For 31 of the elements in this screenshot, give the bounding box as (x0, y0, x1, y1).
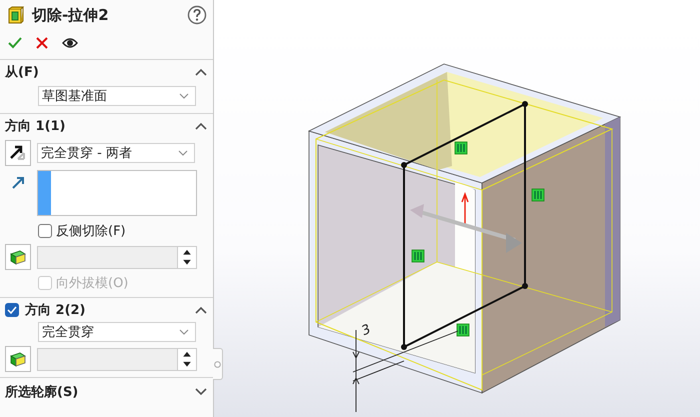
checkbox[interactable] (5, 303, 19, 317)
direction-selection-list[interactable] (37, 170, 197, 216)
end-condition-dropdown[interactable]: 完全贯穿 (38, 322, 196, 342)
diagonal-arrows-icon (9, 144, 27, 162)
end-condition-dropdown[interactable]: 完全贯穿 - 两者 (37, 143, 195, 163)
collapse-caret-icon[interactable] (195, 122, 207, 130)
section-title: 所选轮廓(S) (5, 384, 80, 401)
feature-title: 切除-拉伸2 (32, 6, 110, 24)
checkbox-label: 向外拔模(O) (56, 275, 128, 292)
chevron-down-icon[interactable] (179, 93, 189, 99)
draft-button[interactable] (5, 346, 31, 372)
preview-eye-icon[interactable] (62, 37, 78, 49)
start-condition-dropdown[interactable]: 草图基准面 (38, 86, 196, 106)
section-title: 方向 2(2) (25, 302, 86, 319)
checkbox-label: 反侧切除(F) (56, 223, 126, 240)
section-title: 方向 1(1) (5, 118, 66, 135)
ok-check-icon[interactable] (8, 37, 22, 49)
collapse-caret-icon[interactable] (195, 68, 207, 76)
draft-button[interactable] (5, 244, 31, 270)
chevron-down-icon[interactable] (178, 150, 188, 156)
feature-icon (8, 6, 24, 24)
collapse-caret-icon[interactable] (195, 306, 207, 314)
section-title: 从(F) (5, 64, 40, 81)
expand-caret-icon[interactable] (195, 388, 207, 396)
reverse-direction-button[interactable] (5, 140, 31, 166)
dimension-value: 3 (359, 322, 374, 339)
cancel-icon[interactable] (36, 37, 48, 49)
help-icon[interactable] (187, 5, 207, 25)
chevron-down-icon[interactable] (179, 329, 189, 335)
checkbox[interactable] (38, 224, 52, 238)
direction-arrow-icon (12, 176, 24, 189)
